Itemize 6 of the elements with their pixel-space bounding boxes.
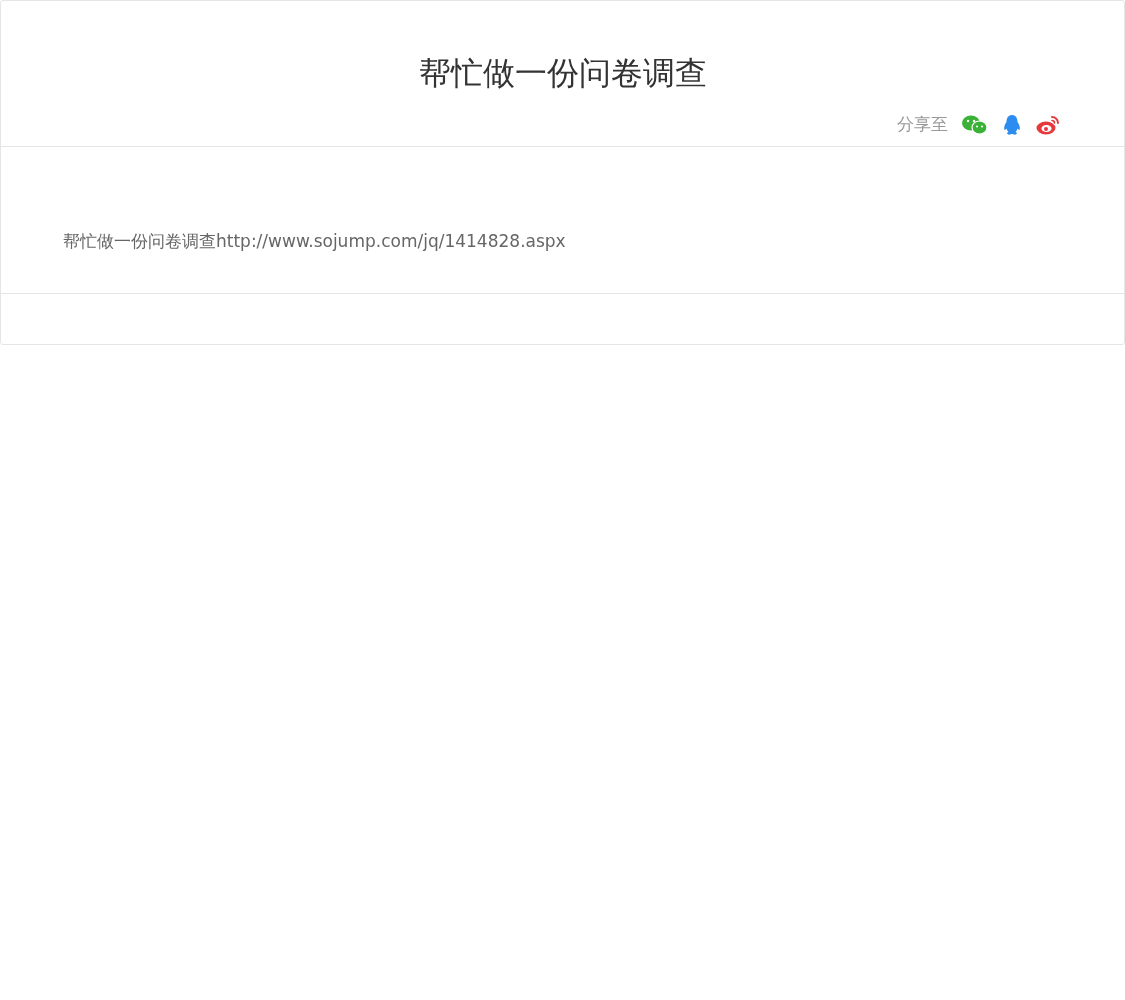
eye-swirl-icon[interactable] [1036,113,1062,136]
share-label: 分享至 [897,113,948,136]
chat-bubbles-icon[interactable] [962,114,988,135]
penguin-icon[interactable] [1002,113,1022,136]
post-body-text: 帮忙做一份问卷调查http://www.sojump.com/jq/1414828.aspx [63,230,567,253]
post-title: 帮忙做一份问卷调查 [417,53,708,93]
